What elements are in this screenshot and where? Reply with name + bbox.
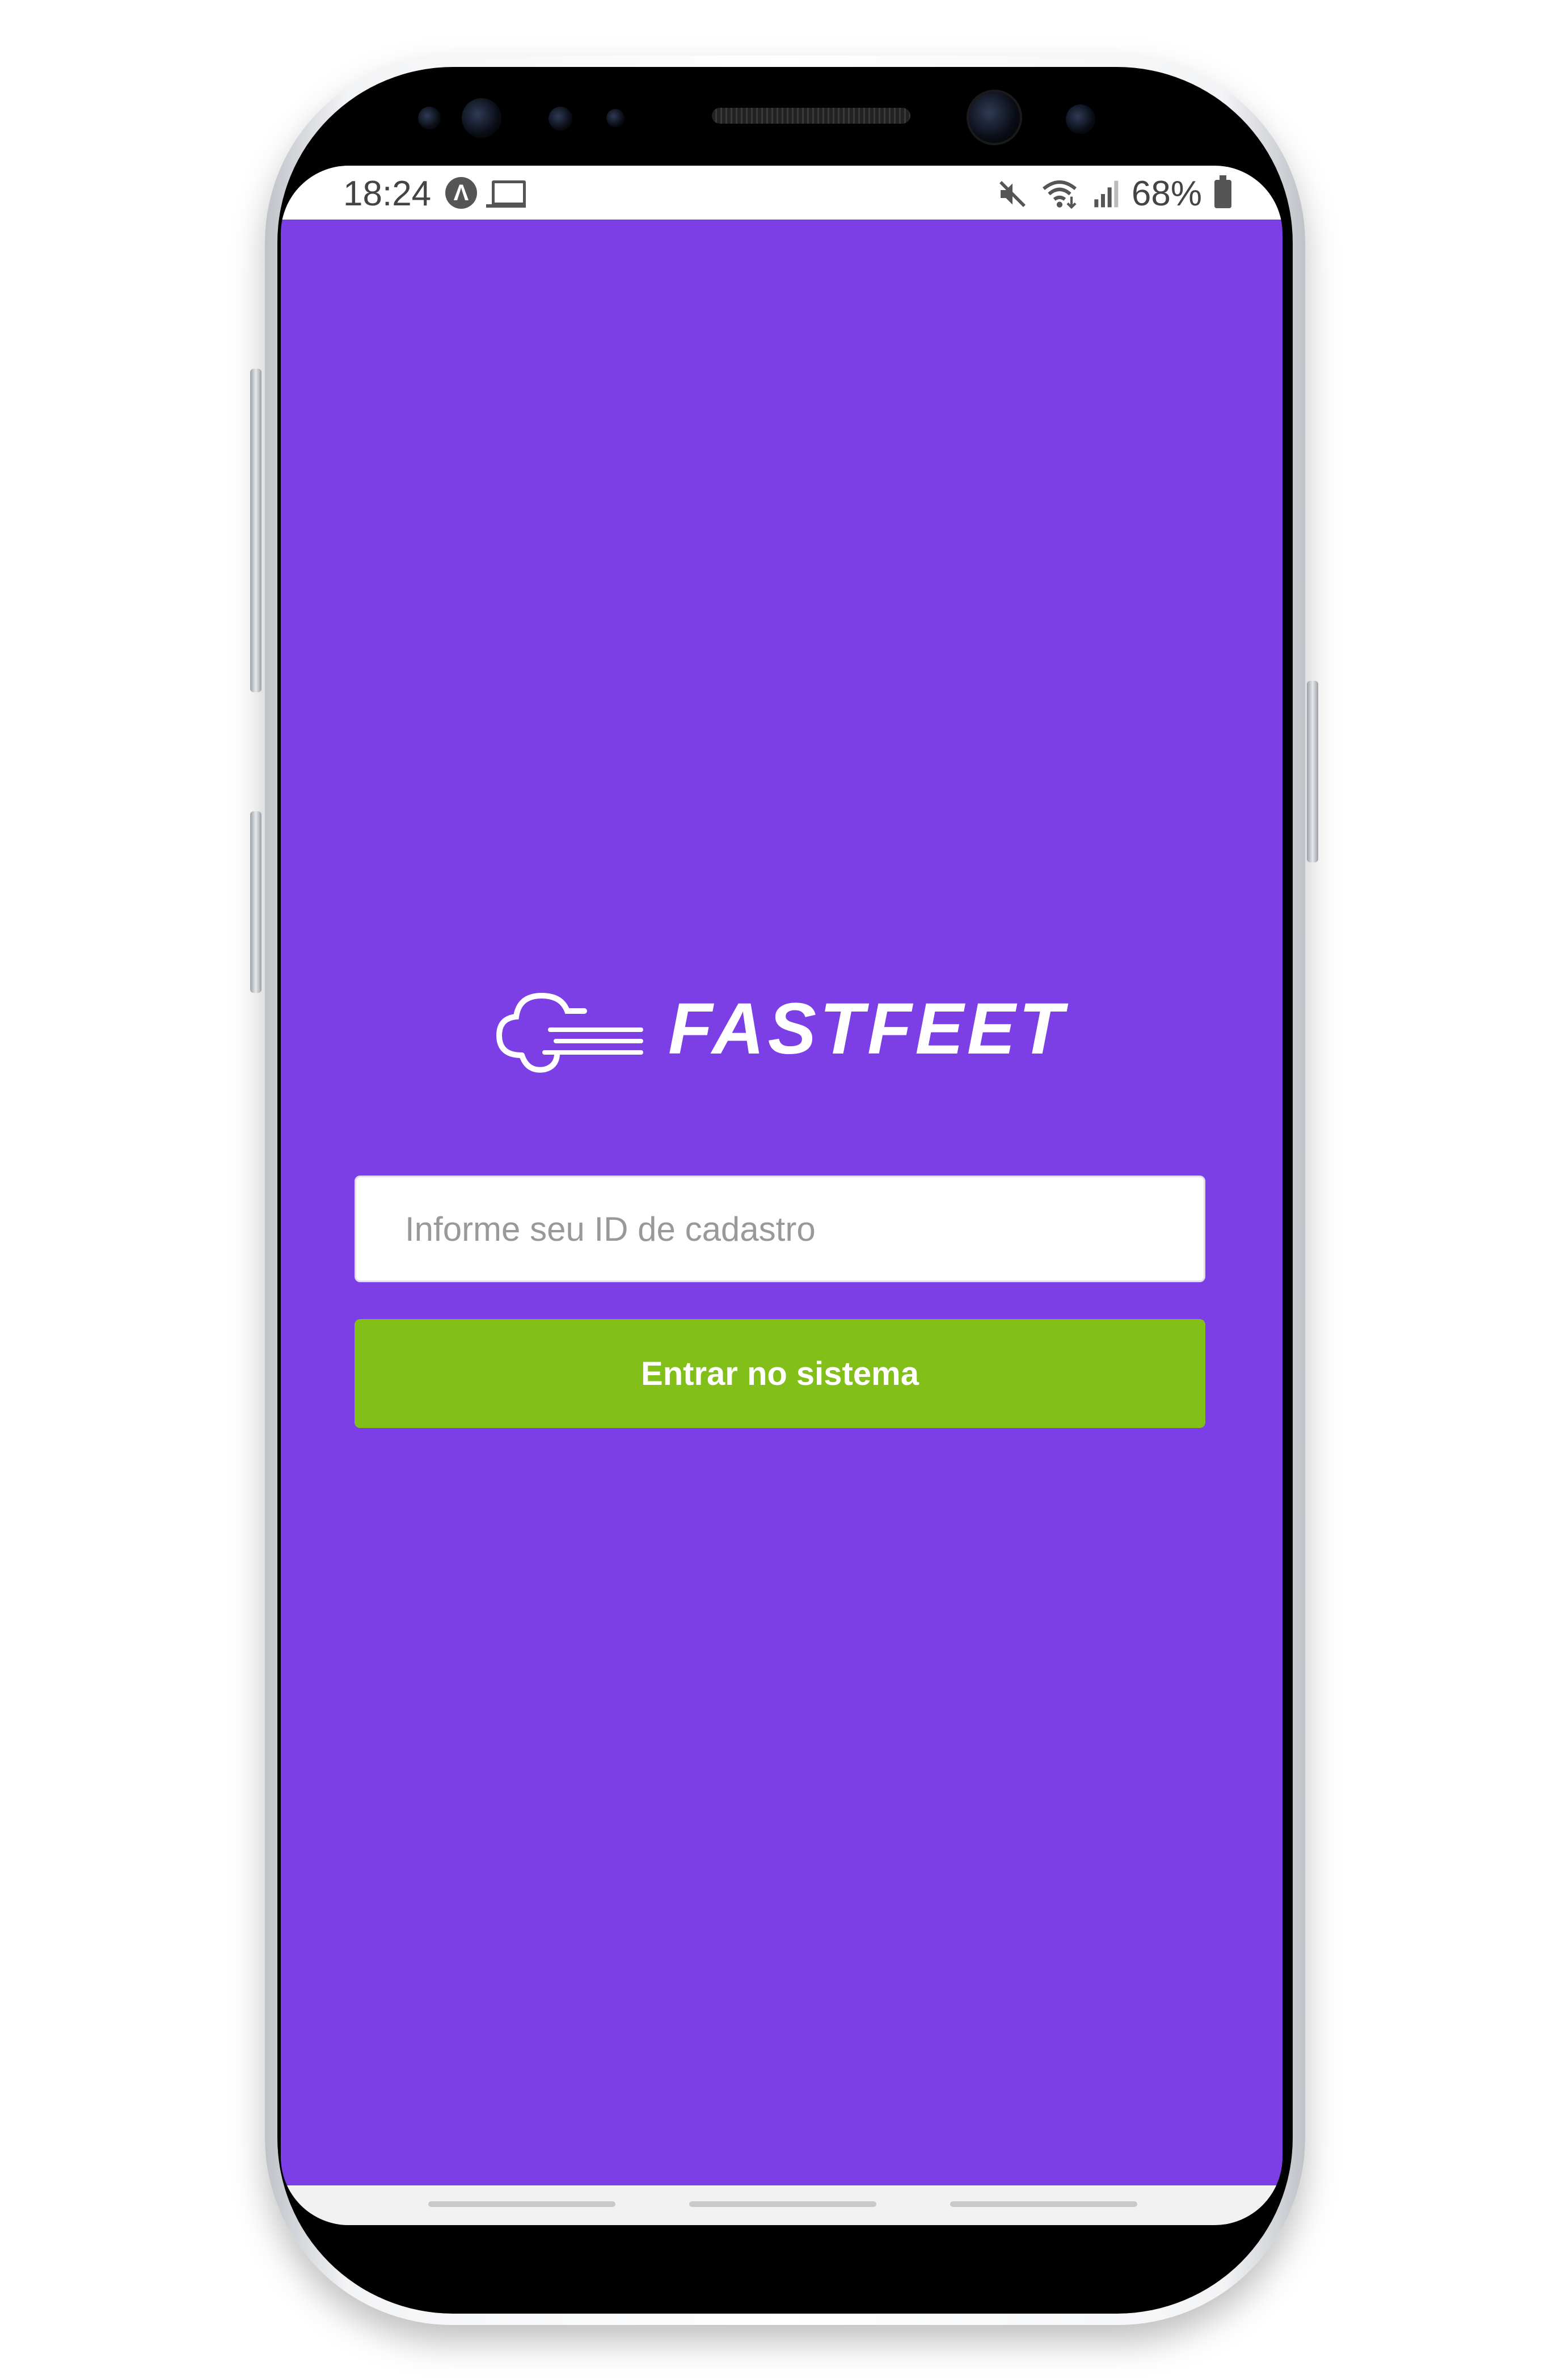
proximity-sensor: [549, 107, 572, 130]
status-bar: 18:24 Λ 68%: [281, 166, 1282, 220]
power-button: [1307, 681, 1318, 862]
registration-id-input[interactable]: [355, 1176, 1205, 1282]
iris-camera: [1066, 104, 1095, 134]
laptop-icon-base: [486, 204, 526, 208]
nav-back-handle[interactable]: [950, 2201, 1137, 2207]
front-camera: [967, 90, 1022, 145]
logo-wordmark: FASTFEET: [668, 988, 1067, 1069]
enter-system-button[interactable]: Entrar no sistema: [355, 1319, 1205, 1428]
signal-icon: [1094, 180, 1119, 207]
wifi-icon: [1042, 180, 1077, 209]
laptop-icon: [492, 180, 526, 205]
nav-home-handle[interactable]: [689, 2201, 876, 2207]
light-sensor: [606, 109, 625, 127]
bixby-button: [250, 811, 261, 993]
fastfeet-logo: FASTFEET: [488, 976, 1078, 1084]
cloud-wind-icon: [496, 992, 643, 1073]
status-time: 18:24: [343, 174, 432, 213]
sensor-dot: [418, 107, 441, 129]
mute-icon: [999, 180, 1026, 207]
volume-up-button: [250, 369, 261, 692]
navigation-bar: [281, 2185, 1282, 2225]
status-right-group: 68%: [997, 174, 1231, 214]
battery-icon: [1214, 175, 1231, 208]
device-screen: 18:24 Λ 68% FASTFEET Informe seu ID de c…: [281, 166, 1282, 2225]
nav-recents-handle[interactable]: [428, 2201, 615, 2207]
battery-percent: 68%: [1131, 174, 1202, 213]
earpiece-speaker: [712, 108, 910, 124]
android-auto-icon: Λ: [445, 177, 477, 209]
iris-sensor: [462, 98, 501, 138]
